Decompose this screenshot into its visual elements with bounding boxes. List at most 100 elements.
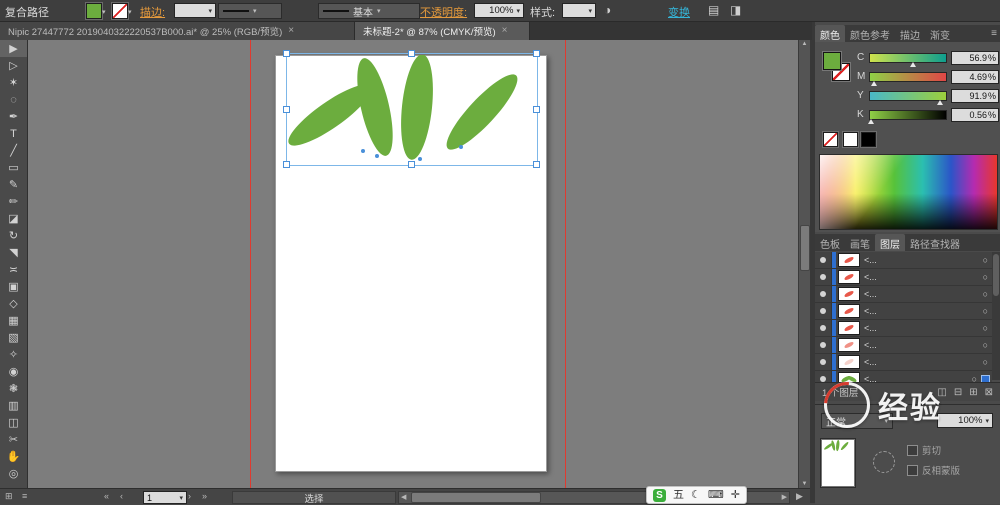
free-transform-tool[interactable]: ▣ <box>0 278 27 295</box>
magenta-slider-marker[interactable] <box>870 81 877 86</box>
clip-checkbox[interactable] <box>907 444 918 456</box>
tab-brushes[interactable]: 画笔 <box>845 234 875 251</box>
opacity-panel-link[interactable]: 不透明度: <box>420 4 467 20</box>
selection-handle-e[interactable] <box>533 106 540 113</box>
scroll-right-icon[interactable]: ▶ <box>782 493 787 501</box>
target-icon[interactable]: ○ <box>983 340 988 350</box>
layer-name[interactable]: <... <box>864 255 983 265</box>
selection-handle-sw[interactable] <box>283 161 290 168</box>
layer-row[interactable]: <... ○ <box>815 337 992 354</box>
new-sublayer-icon[interactable]: ⊟ <box>954 387 962 398</box>
pen-tool[interactable]: ✒ <box>0 108 27 125</box>
close-icon[interactable]: × <box>288 25 294 36</box>
stroke-caret-icon[interactable]: ▾ <box>128 8 132 16</box>
magic-wand-tool[interactable]: ✶ <box>0 74 27 91</box>
menu-icon[interactable]: ≡ <box>22 491 27 501</box>
object-thumbnail[interactable] <box>821 439 855 487</box>
tab-stroke[interactable]: 描边 <box>895 25 925 42</box>
cyan-slider-marker[interactable] <box>910 62 917 67</box>
target-icon[interactable]: ○ <box>983 289 988 299</box>
width-profile-dropdown[interactable]: ▾ <box>218 3 282 19</box>
black-swatch[interactable] <box>861 132 876 147</box>
tab-gradient[interactable]: 渐变 <box>925 25 955 42</box>
clip-checkbox-row[interactable]: 剪切 <box>907 443 941 457</box>
tab-swatches[interactable]: 色板 <box>815 234 845 251</box>
first-artboard-icon[interactable]: « <box>104 491 109 501</box>
target-icon[interactable]: ○ <box>983 357 988 367</box>
cyan-slider[interactable] <box>869 53 947 67</box>
opacity-mask-placeholder[interactable] <box>873 451 895 473</box>
make-clip-mask-icon[interactable]: ◫ <box>937 387 946 398</box>
panel-expand-icon[interactable]: ▶ <box>796 491 803 502</box>
rotate-tool[interactable]: ↻ <box>0 227 27 244</box>
new-layer-icon[interactable]: ⊞ <box>969 387 977 398</box>
selection-handle-s[interactable] <box>408 161 415 168</box>
layer-name[interactable]: <... <box>864 306 983 316</box>
yellow-value-field[interactable]: 91.9% <box>951 89 999 103</box>
lasso-tool[interactable]: ◌ <box>0 91 27 108</box>
yellow-slider[interactable] <box>869 91 947 105</box>
color-spectrum[interactable] <box>819 154 998 230</box>
direct-selection-tool[interactable]: ▷ <box>0 57 27 74</box>
visibility-toggle[interactable] <box>815 286 832 302</box>
scroll-down-icon[interactable]: ▼ <box>799 481 810 487</box>
rectangle-tool[interactable]: ▭ <box>0 159 27 176</box>
document-tab-2[interactable]: 未标题-2* @ 87% (CMYK/预览) × <box>355 21 530 40</box>
scroll-up-icon[interactable]: ▲ <box>799 41 810 47</box>
invert-mask-checkbox-row[interactable]: 反相蒙版 <box>907 463 960 477</box>
opacity-field[interactable]: 100% ▾ <box>474 3 524 18</box>
eraser-tool[interactable]: ◪ <box>0 210 27 227</box>
magenta-value-field[interactable]: 4.69% <box>951 70 999 84</box>
target-icon[interactable]: ○ <box>983 255 988 265</box>
pencil-tool[interactable]: ✏ <box>0 193 27 210</box>
magenta-slider[interactable] <box>869 72 947 86</box>
black-slider[interactable] <box>867 110 947 124</box>
keyboard-icon[interactable]: ⌨ <box>708 489 724 501</box>
tab-layers[interactable]: 图层 <box>875 234 905 251</box>
hand-tool[interactable]: ✋ <box>0 448 27 465</box>
cyan-value-field[interactable]: 56.9% <box>951 51 999 65</box>
visibility-toggle[interactable] <box>815 354 832 370</box>
horizontal-scroll-thumb[interactable] <box>411 492 541 503</box>
gradient-tool[interactable]: ▧ <box>0 329 27 346</box>
tab-pathfinder[interactable]: 路径查找器 <box>905 234 965 251</box>
mesh-tool[interactable]: ▦ <box>0 312 27 329</box>
white-swatch[interactable] <box>843 132 858 147</box>
document-setup-icon[interactable]: ◨ <box>730 3 741 17</box>
layer-name[interactable]: <... <box>864 357 983 367</box>
visibility-toggle[interactable] <box>815 269 832 285</box>
layer-name[interactable]: <... <box>864 340 983 350</box>
visibility-toggle[interactable] <box>815 303 832 319</box>
layer-name[interactable]: <... <box>864 272 983 282</box>
layers-scroll-thumb[interactable] <box>993 254 999 296</box>
visibility-toggle[interactable] <box>815 252 832 268</box>
none-color-swatch[interactable] <box>823 132 838 147</box>
layer-row[interactable]: <... ○ <box>815 320 992 337</box>
selection-handle-ne[interactable] <box>533 50 540 57</box>
layer-name[interactable]: <... <box>864 289 983 299</box>
type-tool[interactable]: T <box>0 125 27 142</box>
paintbrush-tool[interactable]: ✎ <box>0 176 27 193</box>
eyedropper-tool[interactable]: ✧ <box>0 346 27 363</box>
symbol-sprayer-tool[interactable]: ❃ <box>0 380 27 397</box>
fill-indicator-swatch[interactable] <box>823 52 841 70</box>
next-artboard-icon[interactable]: › <box>188 491 191 501</box>
target-icon[interactable]: ○ <box>983 306 988 316</box>
fill-color-swatch[interactable] <box>86 3 102 19</box>
ime-logo-icon[interactable]: S <box>653 488 666 502</box>
last-artboard-icon[interactable]: » <box>202 491 207 501</box>
recolor-artwork-icon[interactable]: ◑ <box>604 3 611 17</box>
layer-name[interactable]: <... <box>864 323 983 333</box>
ime-mode-label[interactable]: 五 <box>673 489 684 501</box>
slice-tool[interactable]: ✂ <box>0 431 27 448</box>
transparency-opacity-field[interactable]: 100% ▾ <box>937 413 993 428</box>
target-icon[interactable]: ○ <box>983 272 988 282</box>
yellow-slider-marker[interactable] <box>936 100 943 105</box>
selection-handle-se[interactable] <box>533 161 540 168</box>
stroke-panel-link[interactable]: 描边: <box>140 4 165 20</box>
layer-row[interactable]: <... ○ <box>815 269 992 286</box>
width-tool[interactable]: ≍ <box>0 261 27 278</box>
toolbox-icon[interactable]: ✛ <box>731 489 740 501</box>
artboard-tool[interactable]: ◫ <box>0 414 27 431</box>
close-icon[interactable]: × <box>502 25 508 36</box>
